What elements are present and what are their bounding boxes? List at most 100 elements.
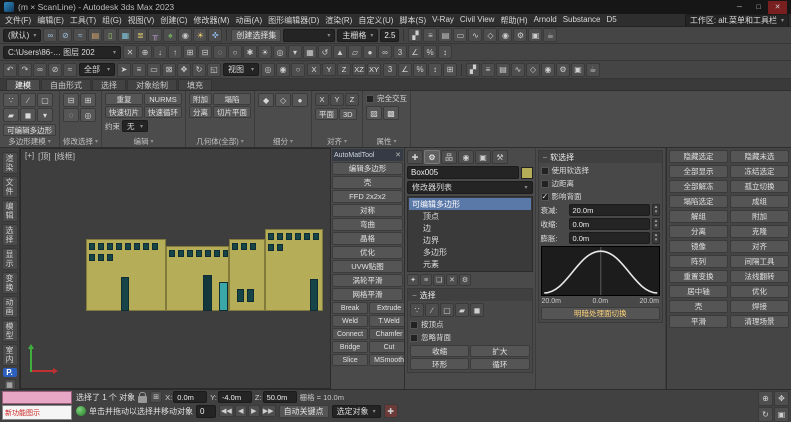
menu-item[interactable]: 编辑(E) xyxy=(34,15,67,26)
wall-icon[interactable]: ▤ xyxy=(88,28,102,42)
selection-button[interactable]: 收缩 xyxy=(410,345,469,357)
shelf-button[interactable]: 重置变换 xyxy=(669,270,728,283)
edge-icon[interactable]: ∕ xyxy=(425,303,439,317)
maximize-button[interactable]: □ xyxy=(749,1,768,14)
facade-window-rect[interactable] xyxy=(232,243,238,250)
align-axis-button[interactable]: Y xyxy=(330,93,344,106)
element-icon[interactable]: ◼ xyxy=(470,303,484,317)
facade-window-rect[interactable] xyxy=(196,250,202,257)
vertex-icon[interactable]: ∵ xyxy=(410,303,424,317)
poly-op-button[interactable]: T.Weld xyxy=(369,315,405,327)
facade-window-rect[interactable] xyxy=(89,243,95,250)
constraint-dropdown[interactable]: 无 xyxy=(122,120,148,132)
menu-item[interactable]: 脚本(S) xyxy=(396,15,429,26)
selection-lock-icon[interactable] xyxy=(138,396,147,403)
shelf-button[interactable]: 塌陷选定 xyxy=(669,195,728,208)
spinner-snap-icon[interactable]: ↕ xyxy=(438,45,452,59)
grid-dropdown[interactable]: 主栅格 xyxy=(337,29,378,42)
shelf-button[interactable]: 间隔工具 xyxy=(730,255,789,268)
align-icon[interactable]: ≡ xyxy=(423,28,437,42)
sidebar-item[interactable]: 变换 xyxy=(2,272,18,294)
render-setup-icon[interactable]: ⚙ xyxy=(556,63,570,77)
relink-bitmap-icon[interactable]: ∞ xyxy=(378,45,392,59)
snap-value-field[interactable]: 2.5 xyxy=(380,29,399,42)
create-tab-icon[interactable]: ✚ xyxy=(407,150,423,164)
modifier-stack-item[interactable]: 多边形 xyxy=(409,246,531,258)
percent-snap-icon[interactable]: % xyxy=(423,45,437,59)
menu-item[interactable]: 修改器(M) xyxy=(190,15,232,26)
helper-icon[interactable]: ✜ xyxy=(208,28,222,42)
motion-tab-icon[interactable]: ◉ xyxy=(458,150,474,164)
collapse-stack-icon[interactable]: ▾ xyxy=(37,108,53,122)
modifier-stack-item[interactable]: 边 xyxy=(409,222,531,234)
align-axis-button[interactable]: Z xyxy=(345,93,359,106)
named-selection-set-dropdown[interactable] xyxy=(283,29,335,42)
edit-named-sets-icon[interactable]: ⊞ xyxy=(443,63,457,77)
link-icon[interactable]: ∞ xyxy=(43,28,57,42)
sidebar-item[interactable]: 室内 xyxy=(2,344,18,366)
normals-icon[interactable]: ▲ xyxy=(333,45,347,59)
ribbon-button[interactable]: NURMS xyxy=(144,93,182,105)
tree-icon[interactable]: ♠ xyxy=(163,28,177,42)
menu-item[interactable]: 视图(V) xyxy=(125,15,158,26)
clean-scene-icon[interactable]: ✕ xyxy=(123,45,137,59)
layer-manager-icon[interactable]: ▤ xyxy=(438,28,452,42)
soft-selection-checkbox[interactable]: 边距离 xyxy=(541,178,661,189)
menu-item[interactable]: 图形编辑器(D) xyxy=(265,15,322,26)
shelf-button[interactable]: 成组 xyxy=(730,195,789,208)
facade-window-rect[interactable] xyxy=(98,243,104,250)
shelf-button[interactable]: 全部显示 xyxy=(669,165,728,178)
axis-constraint-button[interactable]: X xyxy=(307,63,321,76)
automatltool-titlebar[interactable]: AutoMatlTool ✕ xyxy=(332,149,403,161)
render-production-icon[interactable]: ☕ xyxy=(586,63,600,77)
facade-window-rect[interactable] xyxy=(268,233,274,240)
shell-icon[interactable]: ▱ xyxy=(348,45,362,59)
collapse-icon[interactable]: ▾ xyxy=(288,45,302,59)
unfreeze-icon[interactable]: ☀ xyxy=(258,45,272,59)
ribbon-button[interactable]: 切片平面 xyxy=(213,106,251,118)
workspace-dropdown[interactable]: 工作区: alt.菜单和工具栏 xyxy=(685,14,789,27)
shelf-button[interactable]: 隐藏未选 xyxy=(730,150,789,163)
unlink-icon[interactable]: ⊘ xyxy=(48,63,62,77)
go-to-start-icon[interactable]: ◀◀ xyxy=(219,405,234,417)
selection-button[interactable]: 循环 xyxy=(470,358,529,370)
mirror-icon[interactable]: ▞ xyxy=(466,63,480,77)
shelf-button[interactable]: 阵列 xyxy=(669,255,728,268)
auto-key-button[interactable]: 自动关键点 xyxy=(279,405,329,418)
ribbon-group-caption[interactable]: 编辑 xyxy=(105,136,182,147)
poly-op-button[interactable]: Extrude xyxy=(369,302,405,314)
key-filter-dropdown[interactable]: 选定对象 xyxy=(332,405,381,418)
align-plane-button[interactable]: 3D xyxy=(339,108,357,120)
ribbon-button[interactable]: 重复 xyxy=(105,93,143,105)
rendered-frame-window-icon[interactable]: ▣ xyxy=(571,63,585,77)
selection-rollout-header[interactable]: 选择 xyxy=(408,289,532,301)
spinner-arrows-icon[interactable] xyxy=(652,218,660,230)
ribbon-tab[interactable]: 选择 xyxy=(92,79,126,90)
freeze-icon[interactable]: ✱ xyxy=(243,45,257,59)
select-by-name-icon[interactable]: ≡ xyxy=(132,63,146,77)
absolute-mode-icon[interactable]: ⊞ xyxy=(150,391,162,403)
axis-constraint-button[interactable]: Y xyxy=(322,63,336,76)
link-icon[interactable]: ∞ xyxy=(33,63,47,77)
shelf-button[interactable]: 附加 xyxy=(730,210,789,223)
axis-constraint-button[interactable]: XZ xyxy=(352,63,366,76)
ribbon-group-caption[interactable]: 对齐 xyxy=(315,136,359,147)
shelf-button[interactable]: 孤立切换 xyxy=(730,180,789,193)
spinner-value-field[interactable]: 0.0m xyxy=(569,232,651,244)
facade-window-rect[interactable] xyxy=(152,243,158,250)
ribbon-tab[interactable]: 对象绘制 xyxy=(127,79,177,90)
use-pivot-icon[interactable]: ◎ xyxy=(261,63,275,77)
door-icon[interactable]: ▯ xyxy=(103,28,117,42)
facade-window-rect[interactable] xyxy=(98,254,104,261)
angle-snap-icon[interactable]: ∠ xyxy=(408,45,422,59)
shaded-face-toggle-button[interactable]: 明暗处理面切换 xyxy=(541,307,661,320)
selection-checkbox[interactable]: 按顶点 xyxy=(410,319,530,330)
y-coordinate-field[interactable]: -4.0m xyxy=(218,391,252,403)
shelf-button[interactable]: 平滑 xyxy=(669,315,728,328)
axis-constraint-button[interactable]: Z xyxy=(337,63,351,76)
shrink-selection-icon[interactable]: ⊟ xyxy=(63,93,79,107)
ribbon-group-caption[interactable]: 几何体(全部) xyxy=(189,136,251,147)
menu-item[interactable]: Substance xyxy=(560,15,604,26)
shelf-button[interactable]: 法线翻转 xyxy=(730,270,789,283)
backface-cull-icon[interactable]: ▨ xyxy=(366,106,382,120)
